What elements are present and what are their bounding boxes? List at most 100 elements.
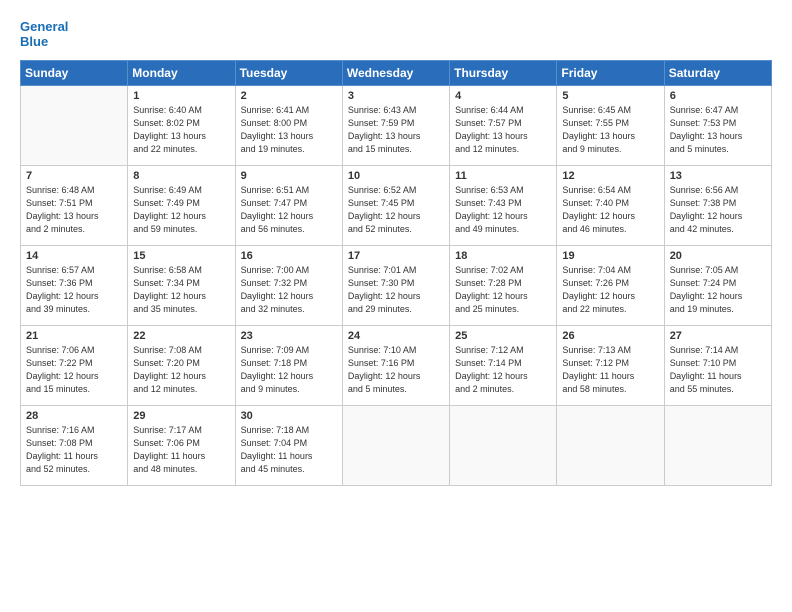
day-info: Sunrise: 6:58 AM Sunset: 7:34 PM Dayligh… <box>133 264 229 316</box>
calendar-cell: 23 Sunrise: 7:09 AM Sunset: 7:18 PM Dayli… <box>235 325 342 405</box>
day-info: Sunrise: 7:13 AM Sunset: 7:12 PM Dayligh… <box>562 344 658 396</box>
day-number: 29 <box>133 410 229 422</box>
day-info: Sunrise: 7:12 AM Sunset: 7:14 PM Dayligh… <box>455 344 551 396</box>
day-info: Sunrise: 6:54 AM Sunset: 7:40 PM Dayligh… <box>562 184 658 236</box>
day-info: Sunrise: 7:01 AM Sunset: 7:30 PM Dayligh… <box>348 264 444 316</box>
day-info: Sunrise: 6:48 AM Sunset: 7:51 PM Dayligh… <box>26 184 122 236</box>
logo: General Blue GeneralBlue <box>20 20 68 50</box>
day-info: Sunrise: 7:02 AM Sunset: 7:28 PM Dayligh… <box>455 264 551 316</box>
calendar-cell <box>557 405 664 485</box>
calendar-cell: 21 Sunrise: 7:06 AM Sunset: 7:22 PM Dayli… <box>21 325 128 405</box>
day-number: 19 <box>562 250 658 262</box>
calendar-table: SundayMondayTuesdayWednesdayThursdayFrid… <box>20 60 772 486</box>
calendar-cell: 18Sunrise: 7:02 AM Sunset: 7:28 PM Dayli… <box>450 245 557 325</box>
calendar-cell: 9Sunrise: 6:51 AM Sunset: 7:47 PM Daylig… <box>235 165 342 245</box>
day-number: 10 <box>348 170 444 182</box>
calendar-cell: 17 Sunrise: 7:01 AM Sunset: 7:30 PM Dayli… <box>342 245 449 325</box>
calendar-week-2: 7 Sunrise: 6:48 AM Sunset: 7:51 PM Daylig… <box>21 165 772 245</box>
calendar-cell <box>664 405 771 485</box>
day-info: Sunrise: 6:40 AM Sunset: 8:02 PM Dayligh… <box>133 104 229 156</box>
day-info: Sunrise: 7:04 AM Sunset: 7:26 PM Dayligh… <box>562 264 658 316</box>
day-number: 8 <box>133 170 229 182</box>
day-number: 5 <box>562 90 658 102</box>
calendar-cell: 5 Sunrise: 6:45 AM Sunset: 7:55 PM Daylig… <box>557 85 664 165</box>
day-header-tuesday: Tuesday <box>235 60 342 85</box>
day-info: Sunrise: 7:14 AM Sunset: 7:10 PM Dayligh… <box>670 344 766 396</box>
day-header-friday: Friday <box>557 60 664 85</box>
calendar-cell: 19 Sunrise: 7:04 AM Sunset: 7:26 PM Dayli… <box>557 245 664 325</box>
day-number: 6 <box>670 90 766 102</box>
calendar-header-row: SundayMondayTuesdayWednesdayThursdayFrid… <box>21 60 772 85</box>
day-number: 30 <box>241 410 337 422</box>
calendar-cell: 25 Sunrise: 7:12 AM Sunset: 7:14 PM Dayli… <box>450 325 557 405</box>
calendar-cell: 14Sunrise: 6:57 AM Sunset: 7:36 PM Dayli… <box>21 245 128 325</box>
day-info: Sunrise: 7:09 AM Sunset: 7:18 PM Dayligh… <box>241 344 337 396</box>
calendar-cell: 22Sunrise: 7:08 AM Sunset: 7:20 PM Dayli… <box>128 325 235 405</box>
day-number: 2 <box>241 90 337 102</box>
day-number: 14 <box>26 250 122 262</box>
day-info: Sunrise: 6:51 AM Sunset: 7:47 PM Dayligh… <box>241 184 337 236</box>
day-number: 15 <box>133 250 229 262</box>
calendar-cell: 3 Sunrise: 6:43 AM Sunset: 7:59 PM Daylig… <box>342 85 449 165</box>
calendar-cell: 13 Sunrise: 6:56 AM Sunset: 7:38 PM Dayli… <box>664 165 771 245</box>
calendar-cell: 4 Sunrise: 6:44 AM Sunset: 7:57 PM Daylig… <box>450 85 557 165</box>
day-info: Sunrise: 7:10 AM Sunset: 7:16 PM Dayligh… <box>348 344 444 396</box>
calendar-cell: 28Sunrise: 7:16 AM Sunset: 7:08 PM Dayli… <box>21 405 128 485</box>
day-info: Sunrise: 7:08 AM Sunset: 7:20 PM Dayligh… <box>133 344 229 396</box>
calendar-cell: 27 Sunrise: 7:14 AM Sunset: 7:10 PM Dayli… <box>664 325 771 405</box>
calendar-cell: 29 Sunrise: 7:17 AM Sunset: 7:06 PM Dayli… <box>128 405 235 485</box>
day-number: 1 <box>133 90 229 102</box>
day-info: Sunrise: 6:47 AM Sunset: 7:53 PM Dayligh… <box>670 104 766 156</box>
calendar-cell <box>342 405 449 485</box>
day-number: 26 <box>562 330 658 342</box>
day-number: 7 <box>26 170 122 182</box>
calendar-cell: 6 Sunrise: 6:47 AM Sunset: 7:53 PM Daylig… <box>664 85 771 165</box>
calendar-cell: 2 Sunrise: 6:41 AM Sunset: 8:00 PM Daylig… <box>235 85 342 165</box>
logo-text: GeneralBlue <box>20 20 68 50</box>
day-header-saturday: Saturday <box>664 60 771 85</box>
day-info: Sunrise: 6:49 AM Sunset: 7:49 PM Dayligh… <box>133 184 229 236</box>
day-info: Sunrise: 6:53 AM Sunset: 7:43 PM Dayligh… <box>455 184 551 236</box>
day-number: 3 <box>348 90 444 102</box>
day-number: 21 <box>26 330 122 342</box>
day-info: Sunrise: 7:00 AM Sunset: 7:32 PM Dayligh… <box>241 264 337 316</box>
day-number: 4 <box>455 90 551 102</box>
day-header-sunday: Sunday <box>21 60 128 85</box>
day-number: 23 <box>241 330 337 342</box>
day-number: 13 <box>670 170 766 182</box>
day-number: 16 <box>241 250 337 262</box>
day-number: 25 <box>455 330 551 342</box>
day-number: 12 <box>562 170 658 182</box>
day-info: Sunrise: 6:41 AM Sunset: 8:00 PM Dayligh… <box>241 104 337 156</box>
calendar-cell: 20Sunrise: 7:05 AM Sunset: 7:24 PM Dayli… <box>664 245 771 325</box>
calendar-week-5: 28Sunrise: 7:16 AM Sunset: 7:08 PM Dayli… <box>21 405 772 485</box>
calendar-week-4: 21 Sunrise: 7:06 AM Sunset: 7:22 PM Dayli… <box>21 325 772 405</box>
day-info: Sunrise: 7:06 AM Sunset: 7:22 PM Dayligh… <box>26 344 122 396</box>
calendar-cell <box>450 405 557 485</box>
day-number: 17 <box>348 250 444 262</box>
calendar-cell: 15 Sunrise: 6:58 AM Sunset: 7:34 PM Dayli… <box>128 245 235 325</box>
calendar-cell <box>21 85 128 165</box>
day-number: 11 <box>455 170 551 182</box>
page: General Blue GeneralBlue SundayMondayTue… <box>0 0 792 612</box>
calendar-week-3: 14Sunrise: 6:57 AM Sunset: 7:36 PM Dayli… <box>21 245 772 325</box>
day-header-thursday: Thursday <box>450 60 557 85</box>
day-info: Sunrise: 6:52 AM Sunset: 7:45 PM Dayligh… <box>348 184 444 236</box>
day-info: Sunrise: 6:44 AM Sunset: 7:57 PM Dayligh… <box>455 104 551 156</box>
day-header-monday: Monday <box>128 60 235 85</box>
day-number: 28 <box>26 410 122 422</box>
calendar-cell: 12 Sunrise: 6:54 AM Sunset: 7:40 PM Dayli… <box>557 165 664 245</box>
calendar-week-1: 1 Sunrise: 6:40 AM Sunset: 8:02 PM Daylig… <box>21 85 772 165</box>
day-number: 20 <box>670 250 766 262</box>
day-info: Sunrise: 7:17 AM Sunset: 7:06 PM Dayligh… <box>133 424 229 476</box>
day-info: Sunrise: 6:43 AM Sunset: 7:59 PM Dayligh… <box>348 104 444 156</box>
day-info: Sunrise: 6:56 AM Sunset: 7:38 PM Dayligh… <box>670 184 766 236</box>
day-number: 24 <box>348 330 444 342</box>
day-info: Sunrise: 6:45 AM Sunset: 7:55 PM Dayligh… <box>562 104 658 156</box>
calendar-cell: 16 Sunrise: 7:00 AM Sunset: 7:32 PM Dayli… <box>235 245 342 325</box>
day-number: 27 <box>670 330 766 342</box>
day-header-wednesday: Wednesday <box>342 60 449 85</box>
calendar-cell: 30Sunrise: 7:18 AM Sunset: 7:04 PM Dayli… <box>235 405 342 485</box>
calendar-cell: 1 Sunrise: 6:40 AM Sunset: 8:02 PM Daylig… <box>128 85 235 165</box>
calendar-cell: 7 Sunrise: 6:48 AM Sunset: 7:51 PM Daylig… <box>21 165 128 245</box>
